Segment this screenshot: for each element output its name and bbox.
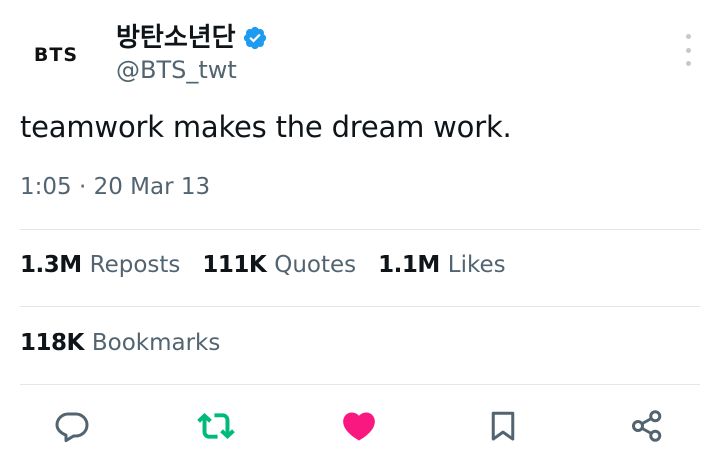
reposts-count: 1.3M xyxy=(20,252,82,278)
divider xyxy=(20,306,700,307)
verified-badge-icon[interactable] xyxy=(242,25,268,51)
bookmarks-label: Bookmarks xyxy=(91,330,221,356)
repost-icon xyxy=(197,413,235,439)
tweet-timestamp[interactable]: 1:05 · 20 Mar 13 xyxy=(20,174,210,200)
reply-icon xyxy=(55,412,89,443)
engagement-stats: 1.3M Reposts 111K Quotes 1.1M Likes xyxy=(20,252,528,278)
author-handle[interactable]: @BTS_twt xyxy=(116,56,237,84)
quotes-label: Quotes xyxy=(274,252,357,278)
quotes-stat[interactable]: 111K Quotes xyxy=(202,252,356,278)
share-icon xyxy=(632,410,662,442)
like-button[interactable] xyxy=(339,406,379,446)
divider xyxy=(20,229,700,230)
divider xyxy=(20,384,700,385)
likes-label: Likes xyxy=(447,252,506,278)
bookmark-icon xyxy=(491,411,515,441)
bookmarks-stat[interactable]: 118K Bookmarks xyxy=(20,330,220,356)
reposts-stat[interactable]: 1.3M Reposts xyxy=(20,252,180,278)
share-button[interactable] xyxy=(627,406,667,446)
bookmarks-count: 118K xyxy=(20,330,84,356)
likes-stat[interactable]: 1.1M Likes xyxy=(378,252,505,278)
avatar-logo-text: BTS xyxy=(33,44,79,66)
reply-button[interactable] xyxy=(52,406,92,446)
quotes-count: 111K xyxy=(202,252,267,278)
tweet-text: teamwork makes the dream work. xyxy=(20,110,512,144)
avatar[interactable]: BTS xyxy=(16,22,96,88)
author-name-row: 방탄소년단 xyxy=(116,20,268,56)
repost-button[interactable] xyxy=(196,406,236,446)
more-vertical-icon[interactable] xyxy=(680,34,696,66)
bookmark-button[interactable] xyxy=(483,406,523,446)
display-name[interactable]: 방탄소년단 xyxy=(116,25,236,51)
heart-icon xyxy=(343,412,375,441)
likes-count: 1.1M xyxy=(378,252,440,278)
reposts-label: Reposts xyxy=(89,252,181,278)
